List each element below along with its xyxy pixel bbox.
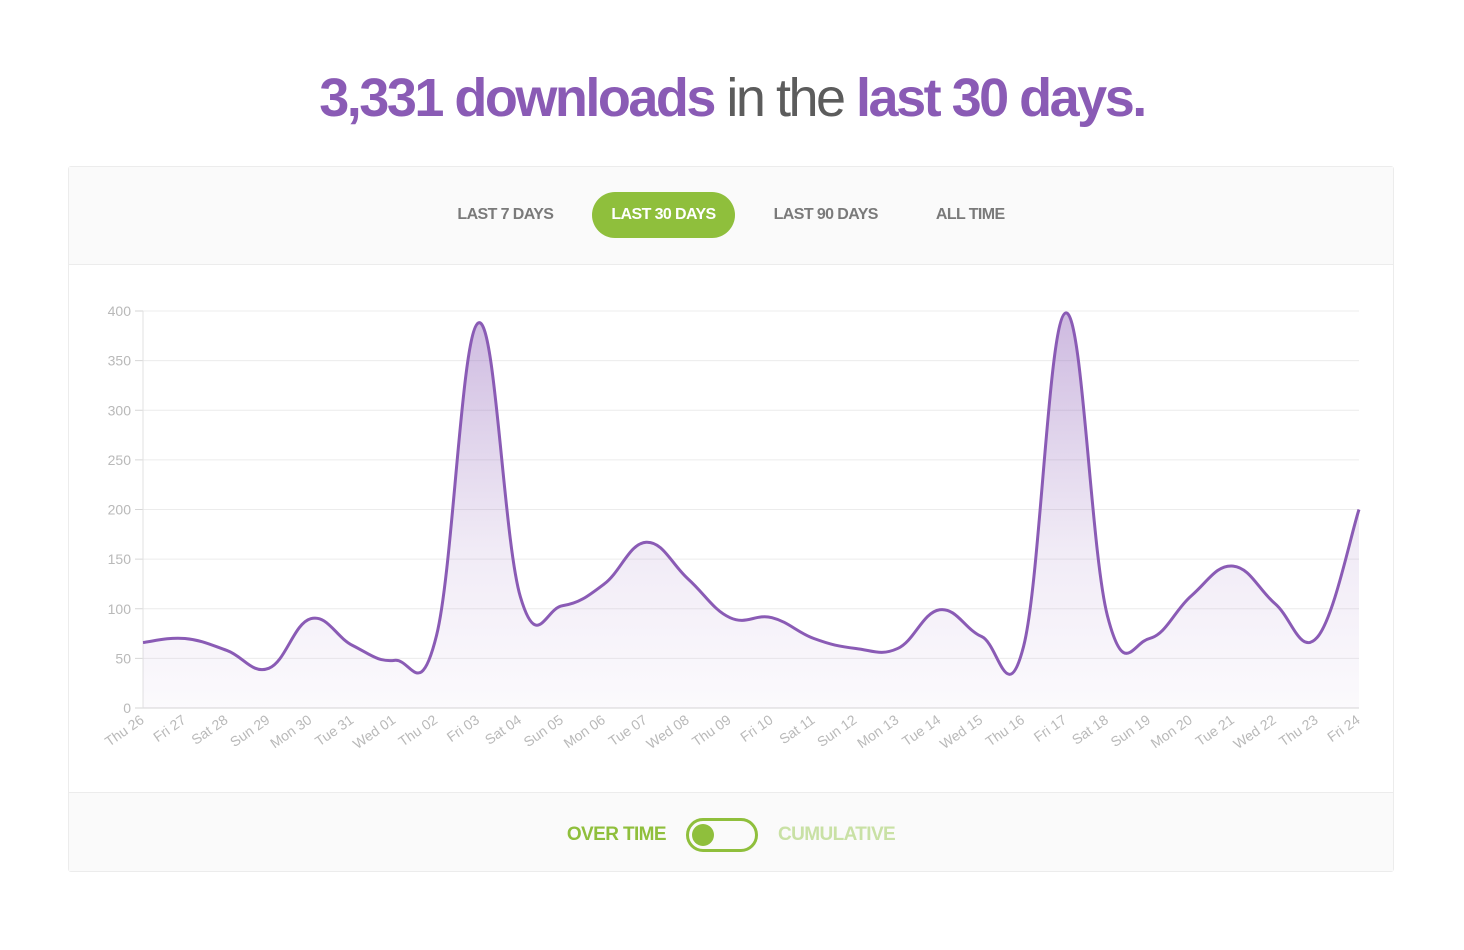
downloads-chart: 050100150200250300350400 Thu 26 Fri 27 Sat…	[102, 303, 1365, 752]
x-tick-label: Sat 11	[776, 711, 818, 747]
data-point[interactable]	[137, 636, 149, 648]
data-point[interactable]	[1353, 504, 1365, 516]
data-point[interactable]	[389, 654, 401, 666]
y-tick-label: 100	[108, 601, 132, 617]
x-tick-label: Tue 31	[312, 711, 357, 749]
x-tick-label: Wed 01	[350, 711, 399, 752]
x-tick-label: Wed 08	[643, 711, 692, 752]
data-point[interactable]	[1269, 598, 1281, 610]
x-tick-label: Sun 12	[814, 711, 860, 750]
x-tick-label: Fri 03	[444, 711, 483, 745]
x-tick-label: Mon 30	[267, 711, 315, 751]
y-tick-label: 300	[108, 402, 132, 418]
data-point[interactable]	[976, 631, 988, 643]
y-tick-label: 150	[108, 551, 132, 567]
data-point[interactable]	[221, 644, 233, 656]
x-tick-label: Mon 06	[561, 711, 609, 751]
data-point[interactable]	[263, 662, 275, 674]
data-point[interactable]	[598, 578, 610, 590]
x-tick-label: Sat 18	[1069, 711, 1112, 747]
data-point[interactable]	[934, 604, 946, 616]
x-tick-label: Tue 14	[899, 711, 944, 749]
x-tick-label: Sat 04	[482, 711, 525, 747]
x-tick-label: Tue 21	[1192, 711, 1237, 749]
x-tick-label: Fri 10	[737, 711, 776, 745]
x-tick-label: Sun 19	[1108, 711, 1154, 750]
x-tick-label: Thu 09	[689, 711, 734, 749]
x-axis: Thu 26 Fri 27 Sat 28Sun 29Mon 30Tue 31Wed …	[102, 711, 1363, 752]
data-point[interactable]	[431, 630, 443, 642]
data-point[interactable]	[682, 573, 694, 585]
x-tick-label: Thu 23	[1276, 711, 1321, 749]
data-point[interactable]	[1059, 307, 1071, 319]
y-tick-label: 400	[108, 303, 132, 319]
data-point[interactable]	[305, 613, 317, 625]
data-point[interactable]	[1018, 640, 1030, 652]
y-tick-label: 250	[108, 452, 132, 468]
x-tick-label: Fri 17	[1031, 711, 1070, 745]
series-area	[143, 312, 1359, 708]
data-point[interactable]	[556, 600, 568, 612]
y-axis: 0 50 100 150 200 250 300 350 400	[108, 303, 144, 716]
x-tick-label: Sun 05	[521, 711, 567, 750]
x-tick-label: Thu 02	[395, 711, 440, 749]
x-tick-label: Sun 29	[227, 711, 273, 750]
x-tick-label: Mon 13	[854, 711, 902, 751]
data-point[interactable]	[1143, 633, 1155, 645]
y-tick-label: 0	[123, 700, 131, 716]
data-point[interactable]	[724, 612, 736, 624]
x-tick-label: Tue 07	[605, 711, 650, 749]
data-point[interactable]	[472, 317, 484, 329]
x-tick-label: Wed 15	[937, 711, 986, 752]
x-tick-label: Thu 26	[102, 711, 147, 749]
data-point[interactable]	[766, 612, 778, 624]
x-tick-label: Wed 22	[1230, 711, 1279, 752]
data-point[interactable]	[347, 639, 359, 651]
x-tick-label: Thu 16	[982, 711, 1027, 749]
data-point[interactable]	[1185, 590, 1197, 602]
data-point[interactable]	[179, 633, 191, 645]
y-tick-label: 200	[108, 502, 132, 518]
x-tick-label: Fri 24	[1324, 711, 1363, 745]
y-tick-label: 50	[115, 650, 131, 666]
data-point[interactable]	[892, 642, 904, 654]
y-tick-label: 350	[108, 353, 132, 369]
data-point[interactable]	[1311, 632, 1323, 644]
data-point[interactable]	[1227, 560, 1239, 572]
data-point[interactable]	[640, 536, 652, 548]
data-point[interactable]	[850, 642, 862, 654]
data-point[interactable]	[514, 591, 526, 603]
data-point[interactable]	[1101, 610, 1113, 622]
x-tick-label: Mon 20	[1148, 711, 1196, 751]
x-tick-label: Fri 27	[150, 711, 189, 745]
x-tick-label: Sat 28	[188, 711, 231, 747]
data-point[interactable]	[808, 633, 820, 645]
